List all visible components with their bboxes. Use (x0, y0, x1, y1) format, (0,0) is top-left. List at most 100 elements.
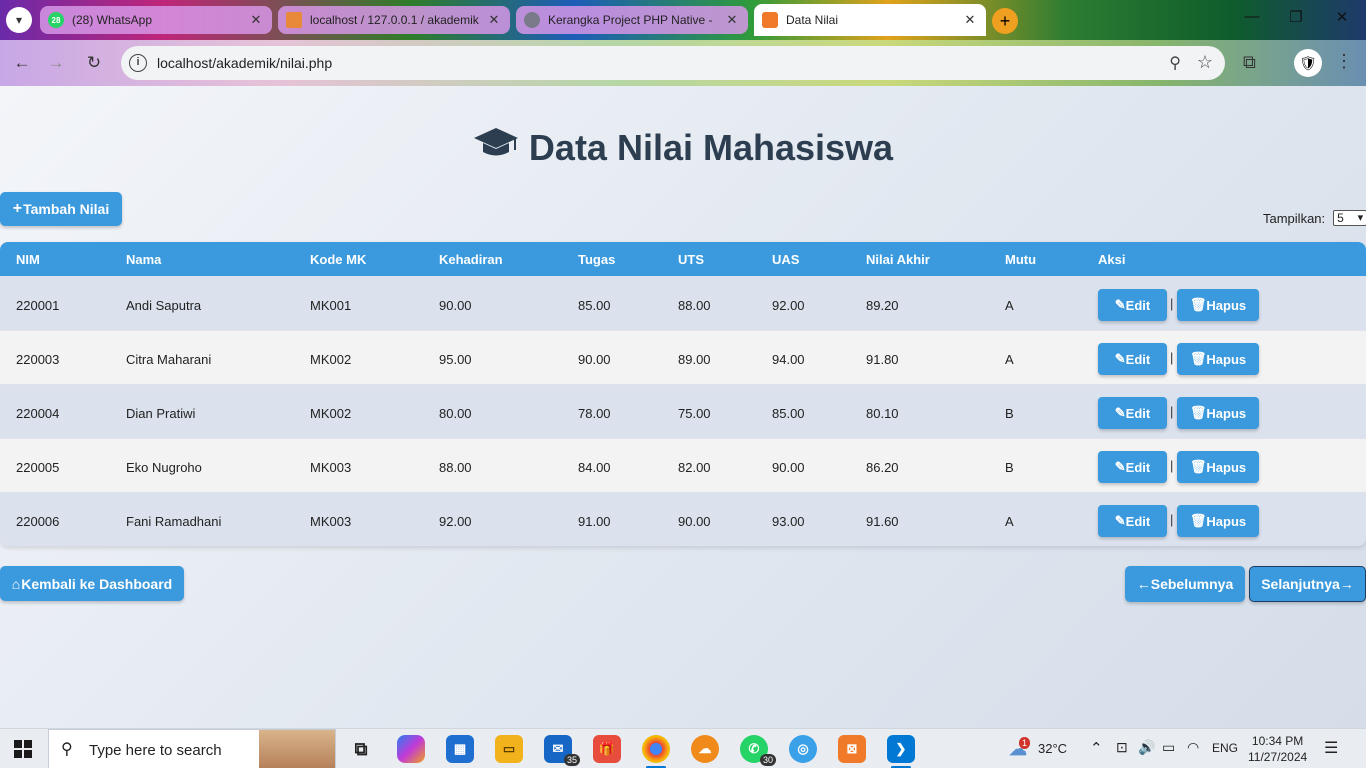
close-icon[interactable]: ✕ (248, 12, 264, 28)
extensions-icon[interactable]: ⧉ (1243, 52, 1256, 73)
mail-badge: 35 (563, 754, 580, 766)
file-explorer-icon[interactable]: ▭ (495, 735, 523, 763)
cell-nama: Eko Nugroho (126, 460, 202, 475)
gift-icon[interactable]: 🎁 (593, 735, 621, 763)
edit-icon: ✎ (1114, 351, 1126, 366)
windows-start-icon[interactable] (14, 740, 32, 758)
tab-data-nilai[interactable]: Data Nilai ✕ (754, 4, 986, 36)
cell-uas: 92.00 (772, 298, 805, 313)
phpmyadmin-icon (286, 12, 302, 28)
delete-button[interactable]: 🗑 Hapus (1177, 451, 1259, 483)
new-tab-button[interactable]: + (992, 8, 1018, 34)
network-app-icon[interactable]: ◎ (789, 735, 817, 763)
close-icon[interactable]: ✕ (724, 12, 740, 28)
whatsapp-taskbar-badge: 30 (759, 754, 776, 766)
tab-title: localhost / 127.0.0.1 / akademik (310, 13, 479, 27)
delete-button[interactable]: 🗑 Hapus (1177, 397, 1259, 429)
delete-label: Hapus (1206, 459, 1247, 475)
address-bar[interactable]: i localhost/akademik/nilai.php ⚲ ☆ (121, 46, 1225, 80)
edit-label: Edit (1125, 513, 1151, 529)
search-icon: ⚲ (61, 741, 73, 758)
column-header: Kode MK (310, 252, 367, 267)
url-text[interactable]: localhost/akademik/nilai.php (157, 55, 332, 71)
volume-icon[interactable]: 🔊 (1138, 739, 1155, 756)
xampp-control-icon[interactable]: ☁ (691, 735, 719, 763)
edit-button[interactable]: ✎ Edit (1098, 289, 1167, 321)
rows-per-page-select[interactable]: 5 (1333, 210, 1366, 226)
wifi-icon[interactable]: ◠ (1187, 739, 1199, 756)
delete-button[interactable]: 🗑 Hapus (1177, 505, 1259, 537)
edit-button[interactable]: ✎ Edit (1098, 343, 1167, 375)
table-row: 220004 Dian Pratiwi MK002 80.00 78.00 75… (0, 384, 1366, 438)
previous-page-button[interactable]: ← Sebelumnya (1125, 566, 1245, 602)
home-icon: ⌂ (11, 575, 21, 592)
cell-kehadiran: 92.00 (439, 514, 472, 529)
cell-uas: 93.00 (772, 514, 805, 529)
back-to-dashboard-button[interactable]: ⌂ Kembali ke Dashboard (0, 566, 184, 601)
cell-tugas: 85.00 (578, 298, 611, 313)
edit-button[interactable]: ✎ Edit (1098, 451, 1167, 483)
cell-nama: Dian Pratiwi (126, 406, 196, 421)
cell-nilai-akhir: 80.10 (866, 406, 899, 421)
notification-icon[interactable]: ☰ (1324, 738, 1338, 758)
edit-button[interactable]: ✎ Edit (1098, 505, 1167, 537)
previous-page-label: Sebelumnya (1150, 576, 1234, 592)
bookmark-star-icon[interactable]: ☆ (1197, 52, 1213, 73)
site-info-icon[interactable]: i (129, 54, 147, 72)
system-clock[interactable]: 10:34 PM 11/27/2024 (1248, 733, 1307, 765)
back-to-dashboard-label: Kembali ke Dashboard (21, 575, 173, 592)
whatsapp-taskbar-icon[interactable]: ✆ 30 (740, 735, 776, 766)
xampp-taskbar-icon[interactable]: ⊠ (838, 735, 866, 763)
weather-temp[interactable]: 32°C (1038, 741, 1067, 756)
edit-label: Edit (1125, 459, 1151, 475)
column-header: NIM (16, 252, 40, 267)
task-view-icon[interactable]: ⧉ (347, 735, 375, 763)
add-grade-button[interactable]: + Tambah Nilai (0, 192, 122, 226)
edit-button[interactable]: ✎ Edit (1098, 397, 1167, 429)
copilot-icon[interactable] (397, 735, 425, 763)
tab-whatsapp[interactable]: 28 (28) WhatsApp ✕ (40, 6, 272, 34)
cell-mutu: B (1005, 406, 1014, 421)
delete-button[interactable]: 🗑 Hapus (1177, 289, 1259, 321)
cell-kehadiran: 95.00 (439, 352, 472, 367)
minimize-icon[interactable]: — (1232, 8, 1272, 25)
microsoft-store-icon[interactable]: ▦ (446, 735, 474, 763)
maximize-icon[interactable]: ❐ (1276, 8, 1316, 26)
cell-mutu: A (1005, 352, 1014, 367)
profile-avatar[interactable]: 🛡 (1294, 49, 1322, 77)
cell-nilai-akhir: 89.20 (866, 298, 899, 313)
battery-icon[interactable]: ▭ (1162, 739, 1175, 756)
vscode-icon[interactable]: ❯ (887, 735, 915, 763)
cell-uts: 88.00 (678, 298, 711, 313)
cell-uts: 90.00 (678, 514, 711, 529)
rows-per-page-label: Tampilkan: (1263, 210, 1326, 226)
next-page-button[interactable]: Selanjutnya → (1249, 566, 1366, 602)
window-close-icon[interactable]: ✕ (1322, 8, 1362, 26)
delete-button[interactable]: 🗑 Hapus (1177, 343, 1259, 375)
language-indicator[interactable]: ENG (1212, 741, 1238, 755)
tab-search-button[interactable]: ▾ (6, 7, 32, 33)
action-separator: | (1170, 404, 1174, 419)
rows-per-page: Tampilkan: 5 (1263, 210, 1366, 226)
menu-kebab-icon[interactable]: ⋮ (1335, 51, 1353, 72)
back-arrow-icon[interactable]: ← (10, 51, 34, 75)
forward-arrow-icon[interactable]: → (44, 51, 68, 75)
taskbar-search-box[interactable]: ⚲ Type here to search (48, 729, 336, 768)
delete-label: Hapus (1206, 513, 1247, 529)
zoom-icon[interactable]: ⚲ (1169, 53, 1181, 73)
cell-mutu: B (1005, 460, 1014, 475)
close-icon[interactable]: ✕ (486, 12, 502, 28)
weather-icon[interactable]: ☁ 1 (1004, 735, 1032, 763)
chevron-up-icon[interactable]: ⌃ (1090, 739, 1103, 757)
chrome-icon[interactable] (642, 735, 670, 763)
mail-icon[interactable]: ✉ 35 (544, 735, 580, 766)
close-icon[interactable]: ✕ (962, 12, 978, 28)
arrow-right-icon: → (1339, 576, 1354, 592)
tab-kerangka-project[interactable]: Kerangka Project PHP Native - ✕ (516, 6, 748, 34)
reload-icon[interactable]: ↻ (82, 51, 106, 75)
cell-uas: 90.00 (772, 460, 805, 475)
cell-nilai-akhir: 86.20 (866, 460, 899, 475)
meet-now-icon[interactable]: ⊡ (1116, 739, 1128, 756)
tab-phpmyadmin[interactable]: localhost / 127.0.0.1 / akademik ✕ (278, 6, 510, 34)
cell-nilai-akhir: 91.60 (866, 514, 899, 529)
